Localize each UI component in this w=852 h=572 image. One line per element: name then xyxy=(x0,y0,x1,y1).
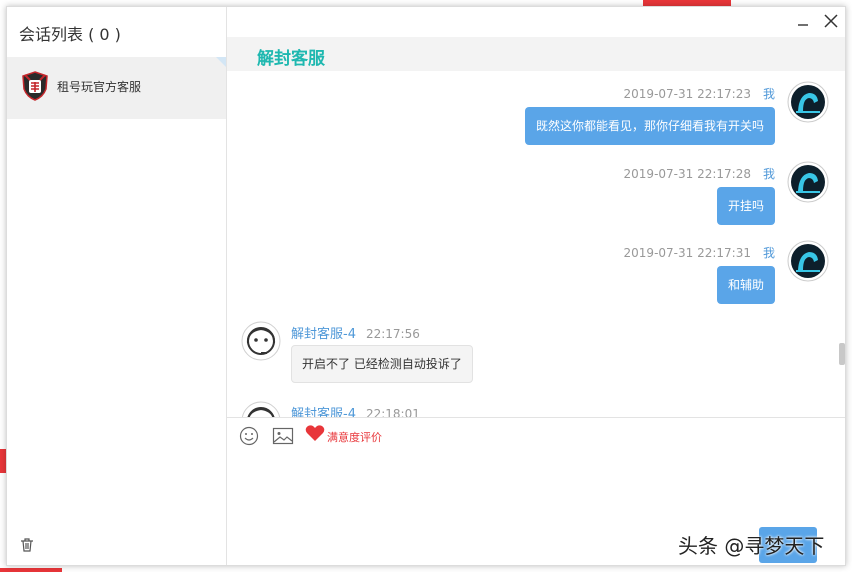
message-timestamp: 2019-07-31 22:17:23 xyxy=(623,87,751,101)
message-bubble: 开启不了 已经检测自动投诉了 xyxy=(291,345,473,383)
message-sender: 解封客服-4 xyxy=(291,327,356,342)
user-avatar xyxy=(787,81,829,123)
message-meta: 解封客服-4 22:18:01 xyxy=(291,403,420,417)
image-icon[interactable] xyxy=(272,426,294,446)
message-meta: 2019-07-31 22:17:23 我 xyxy=(624,85,775,102)
user-avatar xyxy=(787,240,829,282)
message-scrollbar[interactable] xyxy=(839,343,845,365)
conversation-name: 租号玩官方客服 xyxy=(57,80,142,94)
message-timestamp: 22:18:01 xyxy=(365,407,420,417)
watermark: 头条 @寻梦天下 xyxy=(678,534,825,558)
message-sender: 解封客服-4 xyxy=(291,407,356,417)
message-timestamp: 2019-07-31 22:17:31 xyxy=(623,246,751,260)
message-sender: 我 xyxy=(762,167,775,181)
message-list[interactable]: 2019-07-31 22:17:23 我 既然这你都能看见，那你仔细看我有开关吗… xyxy=(227,71,845,417)
conversation-list-title: 会话列表 ( 0 ) xyxy=(19,25,121,44)
background-red-bar xyxy=(0,568,62,572)
message-timestamp: 2019-07-31 22:17:28 xyxy=(623,167,751,181)
message-sender: 我 xyxy=(762,87,775,101)
message-meta: 2019-07-31 22:17:31 我 xyxy=(624,244,775,261)
selected-corner-marker xyxy=(216,57,226,67)
chat-header: 解封客服 xyxy=(227,37,845,71)
shield-logo-icon xyxy=(22,71,48,101)
conversation-item[interactable]: 租号玩官方客服 xyxy=(7,57,226,119)
heart-icon[interactable] xyxy=(305,424,325,442)
agent-avatar-headset-icon xyxy=(241,321,281,361)
chat-panel: 解封客服 2019-07-31 22:17:23 我 既然这你都能看见，那你仔细看… xyxy=(227,7,845,565)
message-meta: 解封客服-4 22:17:56 xyxy=(291,323,420,342)
close-icon[interactable] xyxy=(823,13,839,29)
window-controls xyxy=(227,7,845,37)
trash-icon[interactable] xyxy=(19,537,35,553)
conversation-sidebar: 会话列表 ( 0 ) 租号玩官方客服 xyxy=(7,7,227,565)
input-toolbar: 满意度评价 xyxy=(227,417,845,453)
minimize-icon[interactable] xyxy=(795,13,811,29)
message-sender: 我 xyxy=(762,246,775,260)
chat-title: 解封客服 xyxy=(257,49,325,69)
emoji-icon[interactable] xyxy=(239,426,259,446)
agent-avatar-headset-icon xyxy=(241,401,281,417)
satisfaction-rating-link[interactable]: 满意度评价 xyxy=(327,429,382,445)
user-avatar xyxy=(787,161,829,203)
message-bubble: 既然这你都能看见，那你仔细看我有开关吗 xyxy=(524,107,775,145)
message-bubble: 开挂吗 xyxy=(716,187,775,225)
chat-window: 会话列表 ( 0 ) 租号玩官方客服 解封客服 2019-07-31 22:17… xyxy=(6,6,846,566)
message-meta: 2019-07-31 22:17:28 我 xyxy=(624,165,775,182)
message-timestamp: 22:17:56 xyxy=(365,327,420,341)
message-bubble: 和辅助 xyxy=(716,266,775,304)
